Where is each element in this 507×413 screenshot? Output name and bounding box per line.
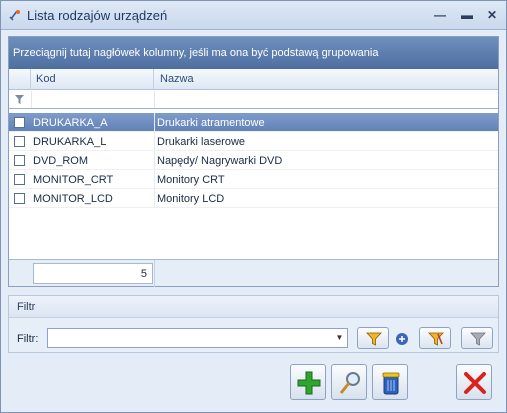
cell-nazwa: Monitory LCD — [157, 193, 225, 205]
add-button[interactable] — [290, 364, 326, 400]
row-checkbox[interactable] — [14, 155, 25, 166]
grid-rows: DRUKARKA_A Drukarki atramentowe DRUKARKA… — [9, 113, 498, 208]
cell-nazwa: Drukarki laserowe — [157, 136, 246, 148]
group-by-panel[interactable]: Przeciągnij tutaj nagłówek kolumny, jeśl… — [9, 37, 498, 69]
table-row[interactable]: DRUKARKA_A Drukarki atramentowe — [9, 113, 498, 132]
record-count: 5 — [33, 263, 153, 284]
window: Lista rodzajów urządzeń — ▬ ✕ Przeciągni… — [0, 0, 507, 413]
plus-icon — [297, 371, 321, 395]
cell-nazwa: Monitory CRT — [157, 174, 225, 186]
column-header-kod[interactable]: Kod — [31, 69, 154, 90]
window-title: Lista rodzajów urządzeń — [27, 8, 168, 23]
cell-kod: MONITOR_CRT — [33, 174, 114, 186]
cell-kod: DVD_ROM — [33, 155, 89, 167]
row-checkbox[interactable] — [14, 174, 25, 185]
close-icon[interactable]: ✕ — [484, 7, 500, 23]
grid-footer: 5 — [9, 259, 498, 287]
advanced-filter-button[interactable] — [419, 327, 451, 349]
red-x-icon — [464, 372, 486, 394]
header-checkbox-column[interactable] — [9, 69, 31, 90]
filter-group-title[interactable]: Filtr — [9, 296, 498, 318]
delete-to-trash-button[interactable] — [372, 364, 408, 400]
row-checkbox[interactable] — [14, 117, 25, 128]
filter-group: Filtr Filtr: ▼ — [8, 295, 499, 353]
devices-icon — [9, 10, 20, 21]
table-row[interactable]: MONITOR_CRT Monitory CRT — [9, 170, 498, 189]
table-row[interactable]: DRUKARKA_L Drukarki laserowe — [9, 132, 498, 151]
filter-row[interactable] — [9, 91, 498, 109]
cell-nazwa: Drukarki atramentowe — [157, 117, 265, 129]
funnel-edit-icon — [428, 332, 444, 346]
edit-button[interactable] — [331, 364, 367, 400]
cell-kod: DRUKARKA_A — [33, 117, 108, 129]
cell-nazwa: Napędy/ Nagrywarki DVD — [157, 155, 283, 167]
column-header-nazwa[interactable]: Nazwa — [155, 69, 495, 90]
close-button[interactable] — [456, 364, 492, 400]
cell-kod: DRUKARKA_L — [33, 136, 107, 148]
magnifier-icon — [339, 372, 360, 394]
filter-input[interactable]: ▼ — [47, 328, 348, 348]
device-types-grid: Przeciągnij tutaj nagłówek kolumny, jeśl… — [8, 36, 499, 287]
cell-kod: MONITOR_LCD — [33, 193, 113, 205]
filter-options-icon[interactable] — [395, 332, 409, 346]
chevron-down-icon[interactable]: ▼ — [332, 329, 347, 347]
table-row[interactable]: MONITOR_LCD Monitory LCD — [9, 189, 498, 208]
title-bar[interactable]: Lista rodzajów urządzeń — ▬ ✕ — [1, 1, 506, 30]
filter-label: Filtr: — [17, 333, 39, 345]
funnel-icon — [366, 332, 382, 346]
group-by-hint: Przeciągnij tutaj nagłówek kolumny, jeśl… — [13, 47, 379, 59]
filter-row-icon — [15, 95, 24, 104]
clear-filter-button[interactable] — [461, 327, 493, 349]
trash-bin-icon — [382, 372, 400, 395]
grid-header: Kod Nazwa — [9, 69, 498, 90]
row-checkbox[interactable] — [14, 136, 25, 147]
maximize-icon[interactable]: ▬ — [459, 7, 475, 23]
table-row[interactable]: DVD_ROM Napędy/ Nagrywarki DVD — [9, 151, 498, 170]
row-checkbox[interactable] — [14, 193, 25, 204]
apply-filter-button[interactable] — [357, 327, 389, 349]
funnel-clear-icon — [470, 332, 486, 346]
minimize-icon[interactable]: — — [432, 7, 448, 23]
